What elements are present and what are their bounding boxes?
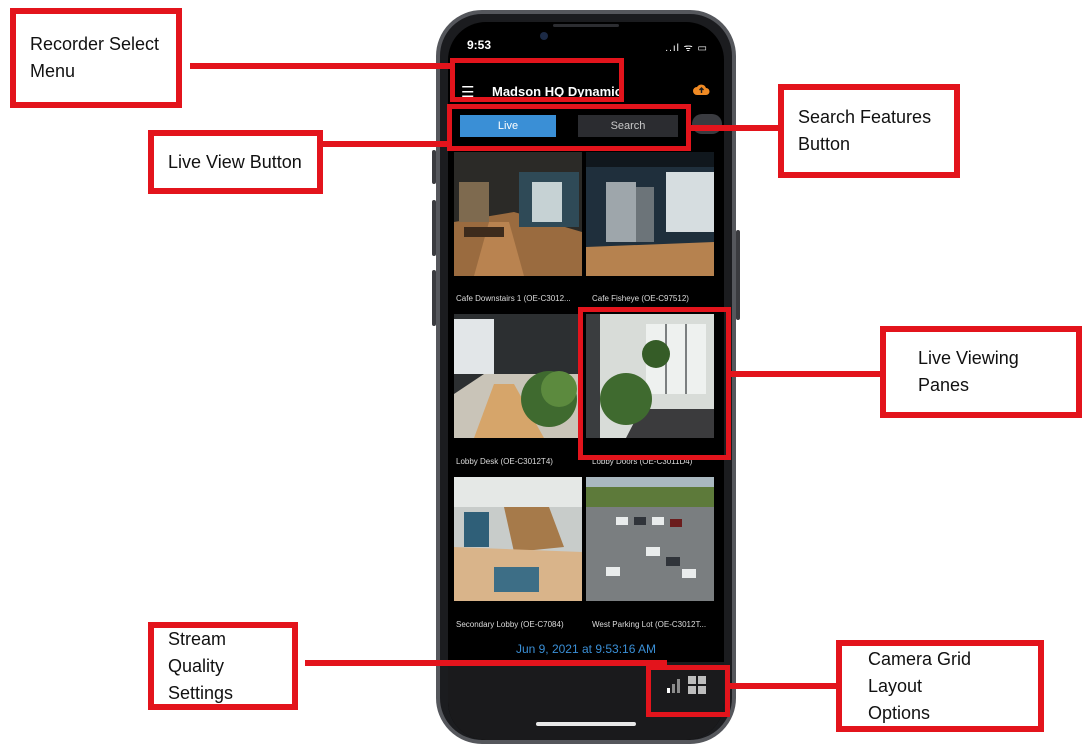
camera-feed-image [454,152,582,276]
connector-live [322,141,450,147]
callout-recorder-select: Recorder Select Menu [10,8,182,108]
camera-pane-secondary-lobby[interactable] [454,477,582,601]
viewing-pane-highlight [578,307,731,460]
callout-text: Options [868,702,931,723]
camera-label: Lobby Desk (OE-C3012T4) [456,457,553,466]
camera-label: Cafe Fisheye (OE-C97512) [592,294,689,303]
connector-recorder [190,63,452,69]
callout-text: Live View Button [168,151,302,172]
callout-stream-quality: Stream Quality Settings [148,622,298,710]
camera-feed-image [586,152,714,276]
callout-live-view: Live View Button [148,130,323,194]
camera-pane-cafe-downstairs[interactable] [454,152,582,276]
connector-grid [728,683,836,689]
camera-label: Secondary Lobby (OE-C7084) [456,620,564,629]
camera-label: West Parking Lot (OE-C3012T... [592,620,707,629]
cloud-upload-icon[interactable] [693,82,710,96]
status-icons: ..ıl ᯤ ▭ [665,43,708,54]
callout-text: Live Viewing Panes [918,348,1019,395]
search-toggle[interactable] [692,114,722,134]
callout-grid-layout: Camera Grid Layout Options [836,640,1044,732]
connector-search [688,125,780,131]
camera-feed-image [454,314,582,438]
camera-pane-cafe-fisheye[interactable] [586,152,714,276]
callout-text: Camera Grid Layout [868,648,972,696]
connector-panes [730,371,882,377]
camera-pane-west-parking-lot[interactable] [586,477,714,601]
callout-live-viewing-panes: Live Viewing Panes [880,326,1082,418]
callout-text: Menu [30,61,76,81]
home-indicator[interactable] [536,722,636,726]
camera-pane-lobby-desk[interactable] [454,314,582,438]
volume-down-button [432,270,436,326]
recorder-select-highlight [450,58,624,102]
volume-up-button [432,200,436,256]
connector-quality [305,660,667,666]
callout-text: Settings [168,682,234,703]
callout-text: Button [798,134,851,154]
callout-search-features: Search Features Button [778,84,960,178]
tab-buttons-highlight [447,104,691,151]
power-button [736,230,740,320]
bottom-icons-highlight [646,665,730,717]
camera-label: Cafe Downstairs 1 (OE-C3012... [456,294,571,303]
mute-switch [432,150,436,184]
callout-text: Recorder Select [30,34,160,54]
callout-text: Stream Quality [168,628,227,676]
live-timestamp: Jun 9, 2021 at 9:53:16 AM [515,642,657,656]
camera-feed-image [454,477,582,601]
camera-feed-image [586,477,714,601]
status-time: 9:53 [467,38,492,52]
callout-text: Search Features [798,107,932,127]
